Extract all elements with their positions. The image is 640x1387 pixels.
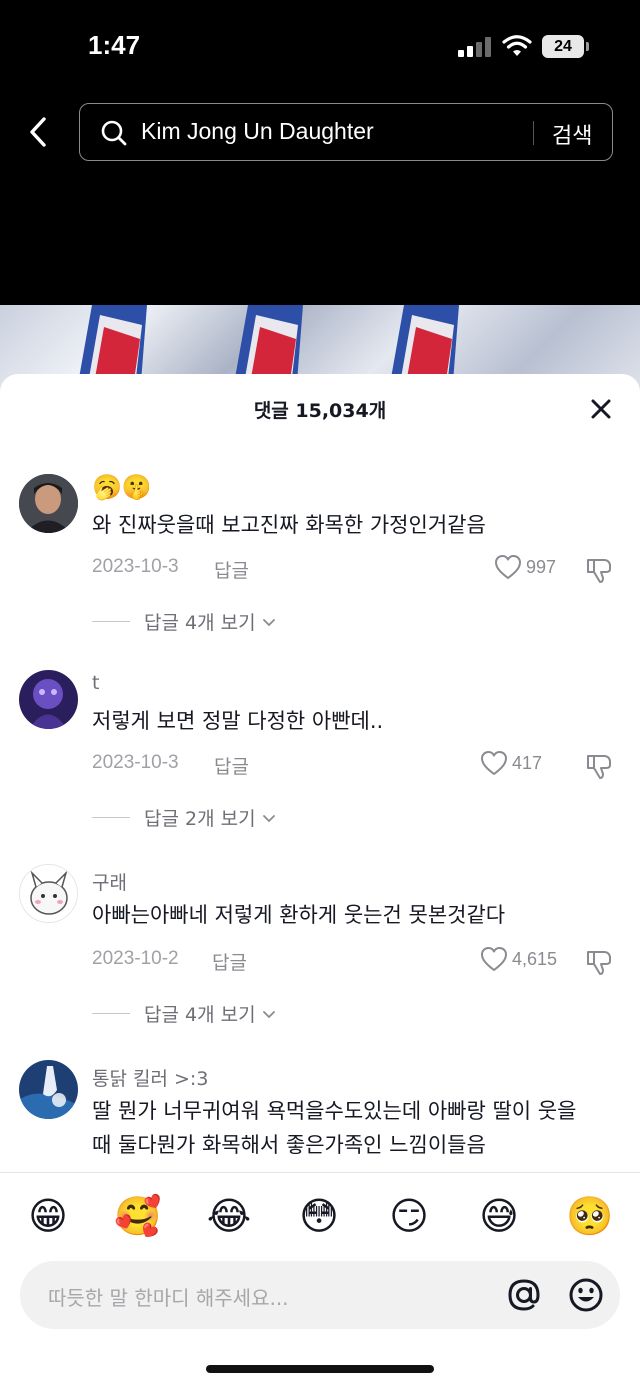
comment-username[interactable]: 🥱🤫	[92, 472, 152, 502]
emoji-button[interactable]: 😳	[294, 1191, 344, 1241]
comment-text: 와 진짜웃을때 보고진짜 화목한 가정인거같음	[92, 513, 486, 537]
comment-date: 2023-10-3	[92, 556, 179, 577]
comment-text-line2: 때 둘다뭔가 화목해서 좋은가족인 느낌이들음	[92, 1133, 486, 1157]
chevron-left-icon	[30, 117, 46, 147]
reply-button[interactable]: 답글	[214, 556, 249, 583]
emoji-button[interactable]: 😁	[23, 1191, 73, 1241]
emoji-button[interactable]: 😏	[384, 1191, 434, 1241]
like-count: 417	[512, 752, 543, 773]
comments-count-title: 댓글 15,034개	[253, 400, 387, 422]
avatar[interactable]	[19, 670, 78, 729]
comment-input[interactable]: 따듯한 말 한마디 해주세요...	[20, 1261, 620, 1329]
back-button[interactable]	[18, 110, 58, 154]
like-button[interactable]: 417	[480, 750, 542, 776]
search-divider	[533, 121, 534, 145]
avatar[interactable]	[19, 864, 78, 923]
reply-button[interactable]: 답글	[214, 752, 249, 779]
status-time: 1:47	[88, 30, 141, 60]
comment-date: 2023-10-2	[92, 948, 179, 969]
status-bar: 1:47 24	[0, 0, 640, 96]
battery-nub	[586, 42, 589, 51]
search-icon	[101, 120, 127, 146]
at-sign-icon[interactable]	[504, 1275, 544, 1315]
search-input[interactable]: Kim Jong Un Daughter	[141, 118, 374, 145]
battery-indicator: 24	[542, 35, 584, 58]
thumbs-down-icon[interactable]	[584, 554, 614, 584]
thumbs-down-icon[interactable]	[584, 750, 614, 780]
close-icon[interactable]	[586, 394, 616, 424]
divider-line	[92, 621, 130, 622]
comment-input-placeholder: 따듯한 말 한마디 해주세요...	[48, 1286, 289, 1310]
heart-icon	[481, 947, 507, 971]
divider-line	[92, 817, 130, 818]
comment-composer: 😁 🥰 😂 😳 😏 😅 🥺 따듯한 말 한마디 해주세요...	[0, 1172, 640, 1387]
view-replies-button[interactable]: 답글 2개 보기	[92, 804, 278, 831]
view-replies-button[interactable]: 답글 4개 보기	[92, 608, 278, 635]
avatar[interactable]	[19, 474, 78, 533]
comment-username[interactable]: 통닭 킬러 >:3	[92, 1064, 208, 1091]
emoji-button[interactable]: 🥺	[565, 1191, 615, 1241]
heart-icon	[481, 751, 507, 775]
like-button[interactable]: 4,615	[480, 946, 557, 972]
search-bar[interactable]: Kim Jong Un Daughter 검색	[79, 103, 613, 161]
view-replies-label: 답글 4개 보기	[144, 1004, 256, 1026]
avatar[interactable]	[19, 1060, 78, 1119]
chevron-down-icon	[262, 814, 275, 822]
like-count: 4,615	[512, 948, 558, 969]
wifi-icon	[502, 35, 532, 56]
cellular-signal-icon	[458, 37, 492, 57]
heart-icon	[495, 555, 521, 579]
home-indicator	[206, 1365, 434, 1373]
view-replies-label: 답글 4개 보기	[144, 612, 256, 634]
chevron-down-icon	[262, 618, 275, 626]
comment-text: 아빠는아빠네 저렇게 환하게 웃는건 못본것같다	[92, 903, 506, 927]
comment-text: 저렇게 보면 정말 다정한 아빤데..	[92, 709, 384, 733]
chevron-down-icon	[262, 1010, 275, 1018]
emoji-button[interactable]: 😂	[204, 1191, 254, 1241]
view-replies-button[interactable]: 답글 4개 보기	[92, 1000, 278, 1027]
comment-date: 2023-10-3	[92, 752, 179, 773]
emoji-button[interactable]: 😅	[474, 1191, 524, 1241]
smiley-face-icon[interactable]	[566, 1275, 606, 1315]
view-replies-label: 답글 2개 보기	[144, 808, 256, 830]
search-submit-button[interactable]: 검색	[552, 118, 592, 150]
reply-button[interactable]: 답글	[212, 948, 247, 975]
like-button[interactable]: 997	[494, 554, 556, 580]
comment-text-line1: 딸 뭔가 너무귀여워 욕먹을수도있는데 아빠랑 딸이 웃을	[92, 1099, 577, 1123]
emoji-button[interactable]: 🥰	[113, 1191, 163, 1241]
divider-line	[92, 1013, 130, 1014]
thumbs-down-icon[interactable]	[584, 946, 614, 976]
quick-emoji-row: 😁 🥰 😂 😳 😏 😅 🥺	[0, 1191, 640, 1241]
comment-username[interactable]: 구래	[92, 868, 127, 895]
like-count: 997	[526, 556, 557, 577]
comment-username[interactable]: t	[92, 672, 99, 694]
